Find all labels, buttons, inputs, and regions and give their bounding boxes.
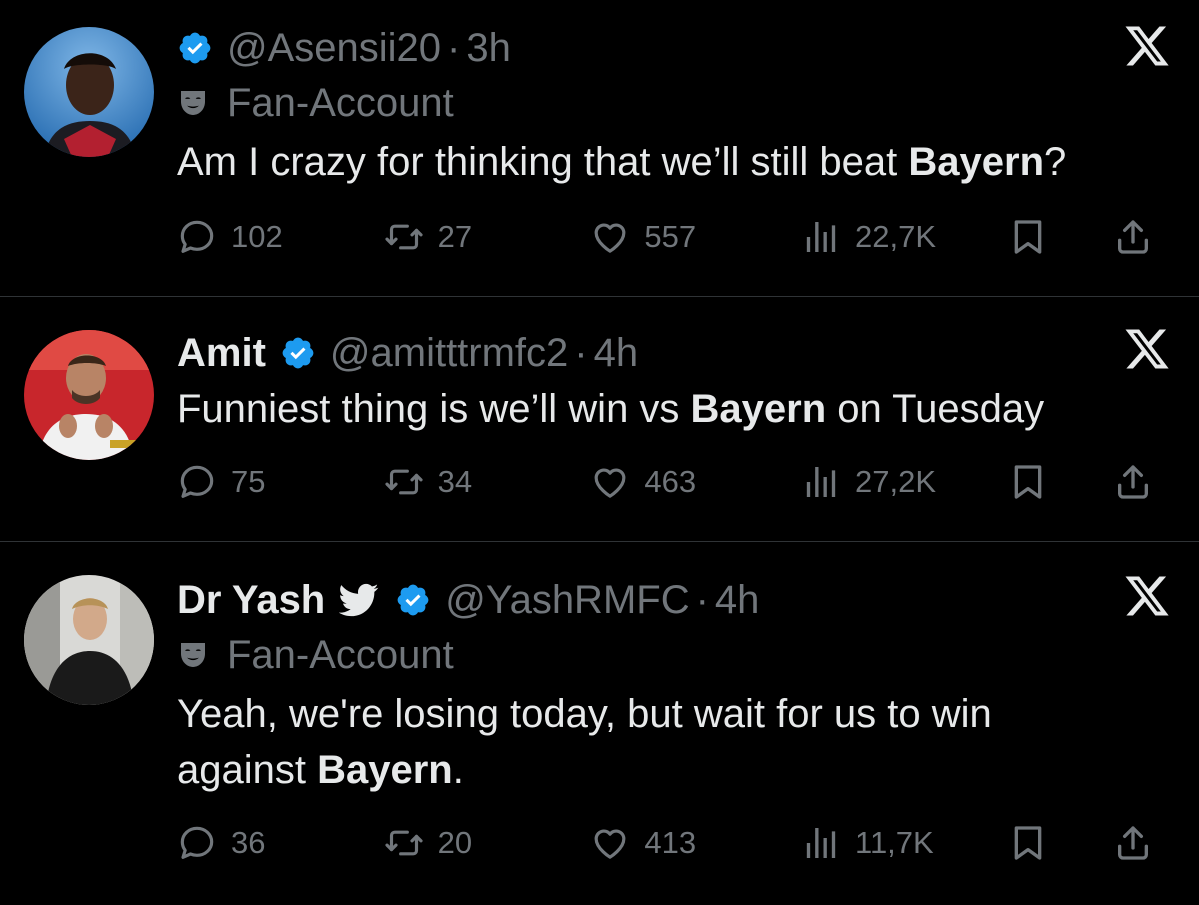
verified-badge-icon <box>395 582 431 618</box>
x-logo-icon[interactable] <box>1123 325 1171 373</box>
user-handle[interactable]: @YashRMFC <box>445 578 689 623</box>
tweet-text: Funniest thing is we’ll win vs Bayern on… <box>177 387 1045 431</box>
tweet-header: Dr Yash @YashRMFC · 4h <box>177 574 1109 626</box>
reply-button[interactable]: 102 <box>177 217 384 257</box>
bookmark-button[interactable] <box>1008 823 1113 863</box>
avatar[interactable] <box>24 27 154 157</box>
tweet-body: Amit @amitttrmfc2 · 4h Funniest thing is… <box>177 327 1109 437</box>
user-handle[interactable]: @amitttrmfc2 <box>330 331 568 376</box>
user-name[interactable]: Dr Yash <box>177 578 325 623</box>
bookmark-icon <box>1008 462 1048 502</box>
fan-account-label: Fan-Account <box>177 626 1109 684</box>
user-name[interactable]: Amit <box>177 331 266 376</box>
timestamp[interactable]: 4h <box>594 331 639 376</box>
bookmark-button[interactable] <box>1008 217 1113 257</box>
tweet-body: @Asensii20 · 3h Fan-Account Am I crazy f… <box>177 22 1109 190</box>
tweet-actions: 102 27 557 22,7K <box>177 212 1167 262</box>
heart-icon <box>590 462 630 502</box>
tweet-feed: @Asensii20 · 3h Fan-Account Am I crazy f… <box>0 0 1199 905</box>
reply-button[interactable]: 36 <box>177 823 384 863</box>
x-logo-icon[interactable] <box>1123 22 1171 70</box>
bold-text: Bayern <box>908 140 1045 184</box>
x-logo-icon[interactable] <box>1123 572 1171 620</box>
share-button[interactable] <box>1113 217 1167 257</box>
views-icon <box>801 462 841 502</box>
reply-button[interactable]: 75 <box>177 462 384 502</box>
heart-icon <box>590 217 630 257</box>
repost-icon <box>384 823 424 863</box>
repost-icon <box>384 462 424 502</box>
views-button[interactable]: 11,7K <box>801 823 1008 863</box>
separator: · <box>695 577 709 622</box>
share-button[interactable] <box>1113 462 1167 502</box>
account-label-text: Fan-Account <box>227 632 454 677</box>
repost-button[interactable]: 34 <box>384 462 591 502</box>
tweet-text: Am I crazy for thinking that we’ll still… <box>177 140 1067 184</box>
separator: · <box>447 25 461 70</box>
user-handle[interactable]: @Asensii20 <box>227 26 441 71</box>
views-button[interactable]: 27,2K <box>801 462 1008 502</box>
tweet-3[interactable]: Dr Yash @YashRMFC · 4h Fan-Account Yeah,… <box>0 542 1199 905</box>
views-icon <box>801 217 841 257</box>
verified-badge-icon <box>177 30 213 66</box>
bookmark-icon <box>1008 823 1048 863</box>
tweet-text: Yeah, we're losing today, but wait for u… <box>177 692 992 792</box>
avatar[interactable] <box>24 575 154 705</box>
bold-text: Bayern <box>317 748 453 792</box>
share-icon <box>1113 462 1153 502</box>
tweet-header: Amit @amitttrmfc2 · 4h <box>177 327 1109 379</box>
timestamp[interactable]: 3h <box>466 26 511 71</box>
share-icon <box>1113 823 1153 863</box>
repost-icon <box>384 217 424 257</box>
twitter-bird-icon <box>339 580 379 620</box>
fan-account-label: Fan-Account <box>177 74 1109 132</box>
theater-mask-icon <box>177 639 209 671</box>
heart-icon <box>590 823 630 863</box>
bookmark-button[interactable] <box>1008 462 1113 502</box>
reply-icon <box>177 823 217 863</box>
verified-badge-icon <box>280 335 316 371</box>
tweet-1[interactable]: @Asensii20 · 3h Fan-Account Am I crazy f… <box>0 0 1199 297</box>
tweet-actions: 36 20 413 11,7K <box>177 818 1167 868</box>
tweet-actions: 75 34 463 27,2K <box>177 457 1167 507</box>
repost-button[interactable]: 27 <box>384 217 591 257</box>
bold-text: Bayern <box>690 387 827 431</box>
tweet-header: @Asensii20 · 3h <box>177 22 1109 74</box>
bookmark-icon <box>1008 217 1048 257</box>
tweet-2[interactable]: Amit @amitttrmfc2 · 4h Funniest thing is… <box>0 297 1199 542</box>
views-button[interactable]: 22,7K <box>801 217 1008 257</box>
like-button[interactable]: 413 <box>590 823 801 863</box>
separator: · <box>574 330 588 375</box>
timestamp[interactable]: 4h <box>715 578 760 623</box>
like-button[interactable]: 463 <box>590 462 801 502</box>
like-button[interactable]: 557 <box>590 217 801 257</box>
share-icon <box>1113 217 1153 257</box>
tweet-body: Dr Yash @YashRMFC · 4h Fan-Account Yeah,… <box>177 574 1109 798</box>
share-button[interactable] <box>1113 823 1167 863</box>
theater-mask-icon <box>177 87 209 119</box>
reply-icon <box>177 462 217 502</box>
reply-icon <box>177 217 217 257</box>
account-label-text: Fan-Account <box>227 80 454 125</box>
views-icon <box>801 823 841 863</box>
avatar[interactable] <box>24 330 154 460</box>
repost-button[interactable]: 20 <box>384 823 591 863</box>
